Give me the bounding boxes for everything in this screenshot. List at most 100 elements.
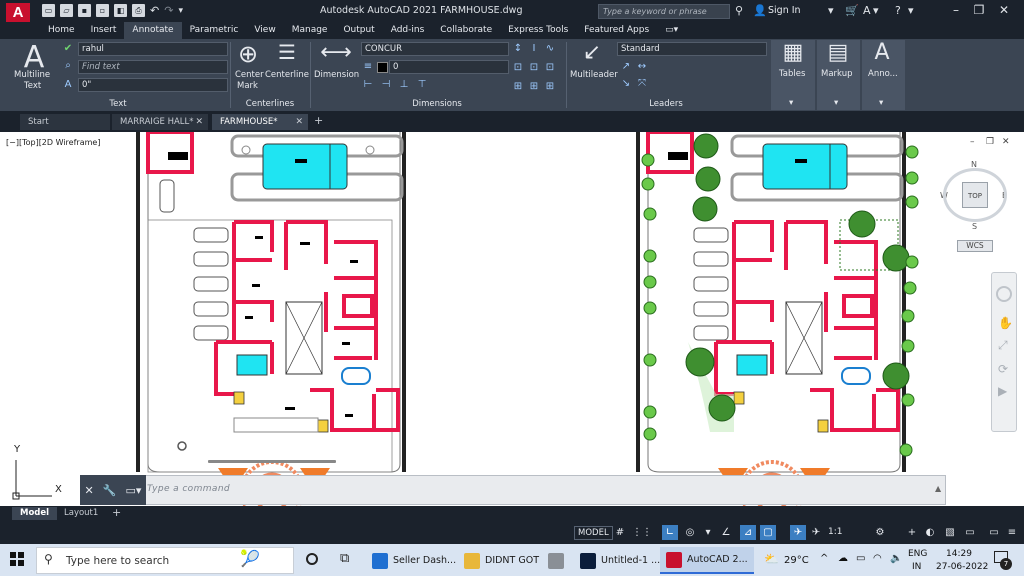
center-mark-icon[interactable]: ⊕ (236, 40, 260, 68)
web-mobile-icon[interactable]: ◧ (114, 4, 127, 17)
viewport-minimize-icon[interactable]: – (970, 137, 975, 147)
viewport-restore-icon[interactable]: ❐ (986, 137, 994, 147)
remove-leader-icon[interactable]: ↘ (620, 78, 632, 90)
centerline-icon[interactable]: ☰ (272, 40, 302, 64)
markup-label[interactable]: Markup (821, 69, 852, 79)
compass-south[interactable]: S (972, 222, 977, 231)
undo-icon[interactable]: ↶ (150, 4, 159, 17)
file-tab-farmhouse[interactable]: FARMHOUSE* ✕ (212, 114, 308, 130)
redo-icon[interactable]: ↷ (164, 4, 173, 17)
markup-expand-icon[interactable]: ▾ (834, 98, 838, 108)
taskbar-app-drive[interactable] (542, 547, 570, 574)
windows-start-icon[interactable] (10, 552, 24, 566)
viewport-close-icon[interactable]: ✕ (1002, 137, 1010, 147)
language-line-1[interactable]: ENG (908, 549, 927, 559)
model-space-button[interactable]: MODEL (574, 526, 613, 540)
taskbar-app-autocad[interactable]: AutoCAD 2... (660, 547, 754, 574)
save-icon[interactable]: ▪ (78, 4, 91, 17)
dimension-label[interactable]: Dimension (314, 70, 359, 80)
dimension-icon[interactable]: ⟷ (318, 40, 354, 65)
centerlines-panel-label[interactable]: Centerlines (232, 97, 308, 111)
network-icon[interactable]: ▭ (856, 553, 865, 564)
autodesk-account-icon[interactable]: A (863, 4, 871, 17)
dim-tool-icon[interactable]: I (528, 43, 540, 55)
taskbar-app-folder[interactable]: DIDNT GOT (458, 547, 545, 574)
find-text-icon[interactable]: ⌕ (62, 60, 74, 72)
dim-tool-icon[interactable]: ⊞ (544, 81, 556, 93)
steering-wheel-icon[interactable] (996, 286, 1012, 302)
add-layout-plus-icon[interactable]: + (112, 506, 121, 519)
plot-icon[interactable]: ⎙ (132, 4, 145, 17)
ribbon-tab-collaborate[interactable]: Collaborate (432, 22, 500, 39)
close-tab-icon[interactable]: ✕ (195, 114, 203, 130)
dropdown-icon[interactable]: ▾ (828, 4, 834, 17)
help-icon[interactable]: ? (895, 4, 901, 17)
viewcube-top-face[interactable]: TOP (962, 182, 988, 208)
taskbar-app-edge[interactable]: Seller Dash... (366, 547, 462, 574)
text-height-icon[interactable]: A (62, 79, 74, 91)
lineweight-icon[interactable]: ▢ (760, 525, 776, 540)
volume-icon[interactable]: 🔈 (890, 553, 902, 564)
cortana-icon[interactable] (306, 553, 318, 565)
plus-icon[interactable]: + (904, 525, 920, 540)
autocad-logo[interactable]: A (6, 3, 30, 22)
center-mark-label-2[interactable]: Mark (237, 81, 258, 91)
settings-gear-icon[interactable]: ⚙ (872, 525, 888, 540)
multiline-text-label-2[interactable]: Text (24, 81, 41, 91)
dim-layer-icon[interactable]: ≡ (362, 61, 374, 73)
leaders-panel-label[interactable]: Leaders (568, 97, 764, 111)
dim-tool-icon[interactable]: ⊡ (528, 62, 540, 74)
dim-tool-icon[interactable]: ⊞ (528, 81, 540, 93)
orbit-icon[interactable]: ⟳ (998, 362, 1008, 376)
dimensions-panel-label[interactable]: Dimensions (312, 97, 562, 111)
ribbon-tab-home[interactable]: Home (40, 22, 83, 39)
auto-scale-icon[interactable]: ✈ (808, 525, 824, 540)
multileader-label[interactable]: Multileader (570, 70, 618, 80)
drawing-canvas[interactable] (0, 132, 1024, 506)
snap-icon[interactable]: ⋮⋮ (632, 525, 652, 540)
tables-expand-icon[interactable]: ▾ (789, 98, 793, 108)
continue-dim-icon[interactable]: ⊣ (380, 79, 392, 91)
ribbon-tab-manage[interactable]: Manage (284, 22, 336, 39)
table-icon[interactable]: ▦ (777, 40, 809, 65)
showmotion-icon[interactable]: ▶ (998, 384, 1007, 398)
hardware-acceleration-icon[interactable]: ▧ (942, 525, 958, 540)
dim-tool-icon[interactable]: ⊞ (512, 81, 524, 93)
search-highlight-icon[interactable]: 🎾 (240, 549, 260, 568)
clock-time[interactable]: 14:29 (946, 549, 972, 559)
dim-tool-icon[interactable]: ⊡ (512, 62, 524, 74)
text-height-select[interactable]: 0" (78, 78, 228, 92)
task-view-icon[interactable]: ⧉ (340, 551, 349, 566)
onedrive-icon[interactable]: ☁ (838, 553, 848, 564)
cart-icon[interactable]: 🛒 (845, 4, 859, 17)
find-text-input[interactable]: Find text (78, 60, 228, 74)
annotation-scaling-icon[interactable]: A (866, 40, 898, 65)
leader-style-select[interactable]: Standard (617, 42, 767, 56)
multiline-text-label-1[interactable]: Multiline (14, 70, 50, 80)
dim-tool-icon[interactable]: ∿ (544, 43, 556, 55)
annotation-expand-icon[interactable]: ▾ (879, 98, 883, 108)
isodraft-icon[interactable]: ▾ (700, 525, 716, 540)
weather-temperature[interactable]: 29°C (784, 555, 809, 566)
ribbon-tab-insert[interactable]: Insert (83, 22, 125, 39)
sign-in-button[interactable]: Sign In (768, 5, 801, 16)
annotation-label[interactable]: Anno... (868, 69, 898, 79)
zoom-extents-icon[interactable]: ⤢ (998, 338, 1008, 353)
dim-tool-icon[interactable]: ⊡ (544, 62, 556, 74)
ortho-icon[interactable]: ∟ (662, 525, 678, 540)
multileader-icon[interactable]: ↙ (578, 40, 606, 65)
ribbon-tab-featured-apps[interactable]: Featured Apps (576, 22, 657, 39)
help-dropdown-icon[interactable]: ▾ (908, 4, 914, 17)
tables-label[interactable]: Tables (779, 69, 805, 79)
dim-tool-icon[interactable]: ↕ (512, 43, 524, 55)
collect-leader-icon[interactable]: ⤧ (636, 78, 648, 90)
fullscreen-icon[interactable]: ▭ (986, 525, 1002, 540)
customize-command-icon[interactable]: 🔧 (103, 484, 117, 497)
file-tab-marraige-hall[interactable]: MARRAIGE HALL* ✕ (112, 114, 208, 130)
layout-tab-layout1[interactable]: Layout1 (56, 507, 106, 520)
save-as-icon[interactable]: ▫ (96, 4, 109, 17)
close-tab-icon[interactable]: ✕ (295, 114, 303, 130)
customization-icon[interactable]: ≡ (1004, 525, 1020, 540)
text-panel-label[interactable]: Text (8, 97, 228, 111)
dimension-layer-select[interactable]: 0 (389, 60, 509, 74)
